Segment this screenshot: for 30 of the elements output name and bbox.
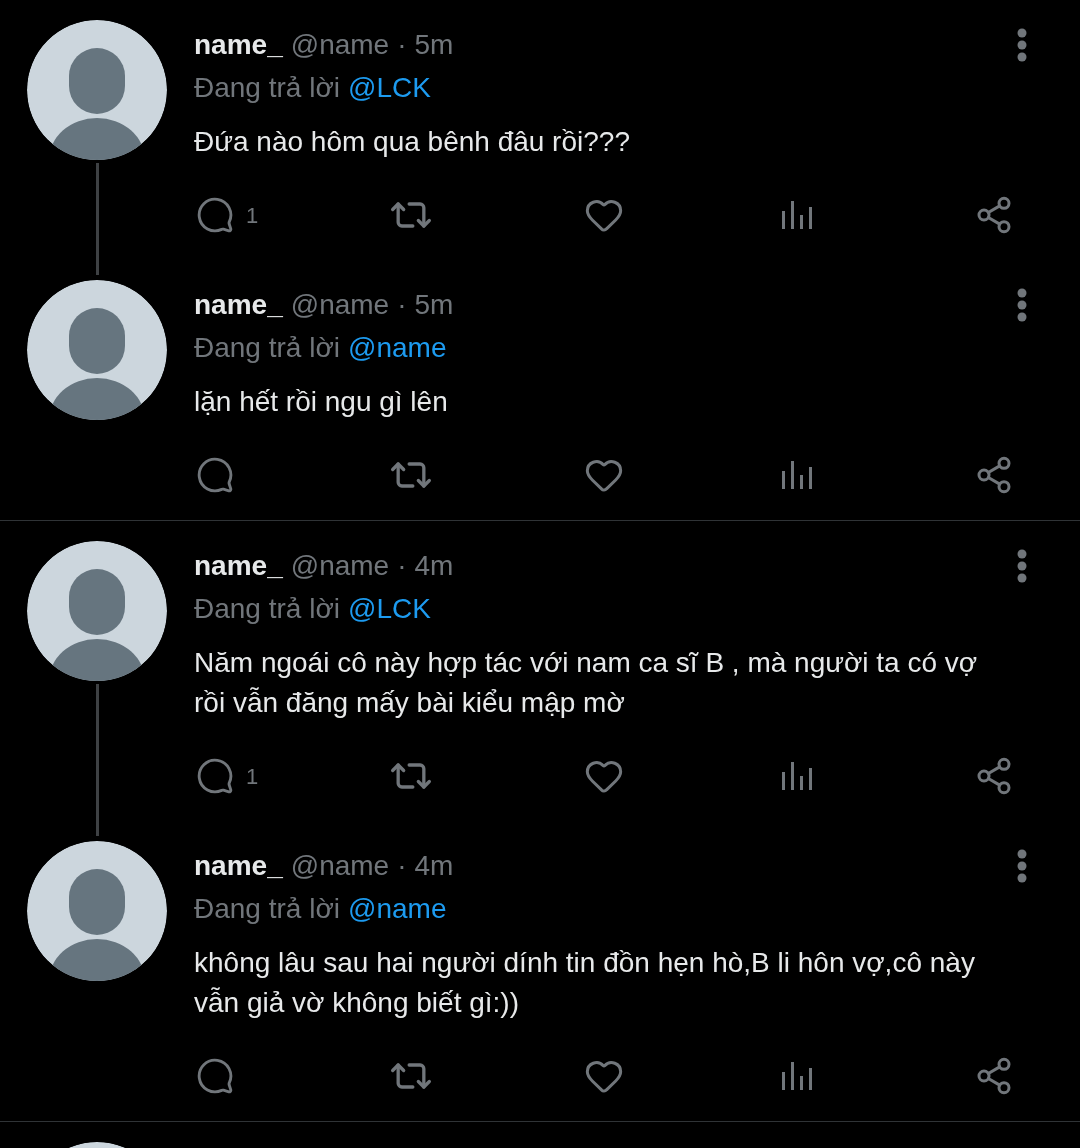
- mention-link[interactable]: @LCK: [348, 67, 431, 109]
- replying-to-label: Đang trả lời: [194, 592, 340, 626]
- user-handle: @name: [290, 288, 390, 322]
- replying-to-label: Đang trả lời: [194, 892, 340, 926]
- mention-link[interactable]: @LCK: [348, 588, 431, 630]
- post-time: 5m: [414, 288, 454, 322]
- post-text: lặn hết rồi ngu gì lên: [194, 385, 449, 419]
- mention-link[interactable]: @name: [348, 888, 447, 930]
- separator: ·: [397, 549, 407, 583]
- user-handle: @name: [290, 849, 390, 883]
- post-time: 5m: [414, 28, 454, 62]
- post-text: không lâu sau hai người dính tin đồn hẹn hò,B li hôn vợ,cô này vẫn giả vờ không biết gì:)): [194, 946, 976, 1020]
- reply-count: 1: [246, 762, 259, 791]
- separator: ·: [397, 28, 407, 62]
- mention-link[interactable]: @name: [348, 327, 447, 369]
- post-text: Đứa nào hôm qua bênh đâu rồi???: [194, 125, 631, 159]
- user-name[interactable]: name_: [194, 545, 283, 587]
- separator: ·: [397, 849, 407, 883]
- separator: ·: [397, 288, 407, 322]
- post-text: Năm ngoái cô này hợp tác với nam ca sĩ B , mà người ta có vợ rồi vẫn đăng mấy bài kiểu mập mờ: [194, 646, 979, 720]
- user-name[interactable]: name_: [194, 845, 283, 887]
- replying-to-label: Đang trả lời: [194, 331, 340, 365]
- post-time: 4m: [414, 549, 454, 583]
- post-time: 4m: [414, 849, 454, 883]
- user-handle: @name: [290, 28, 390, 62]
- replying-to-label: Đang trả lời: [194, 71, 340, 105]
- user-handle: @name: [290, 549, 390, 583]
- user-name[interactable]: name_: [194, 24, 283, 66]
- reply-count: 1: [246, 201, 259, 230]
- user-name[interactable]: name_: [194, 284, 283, 326]
